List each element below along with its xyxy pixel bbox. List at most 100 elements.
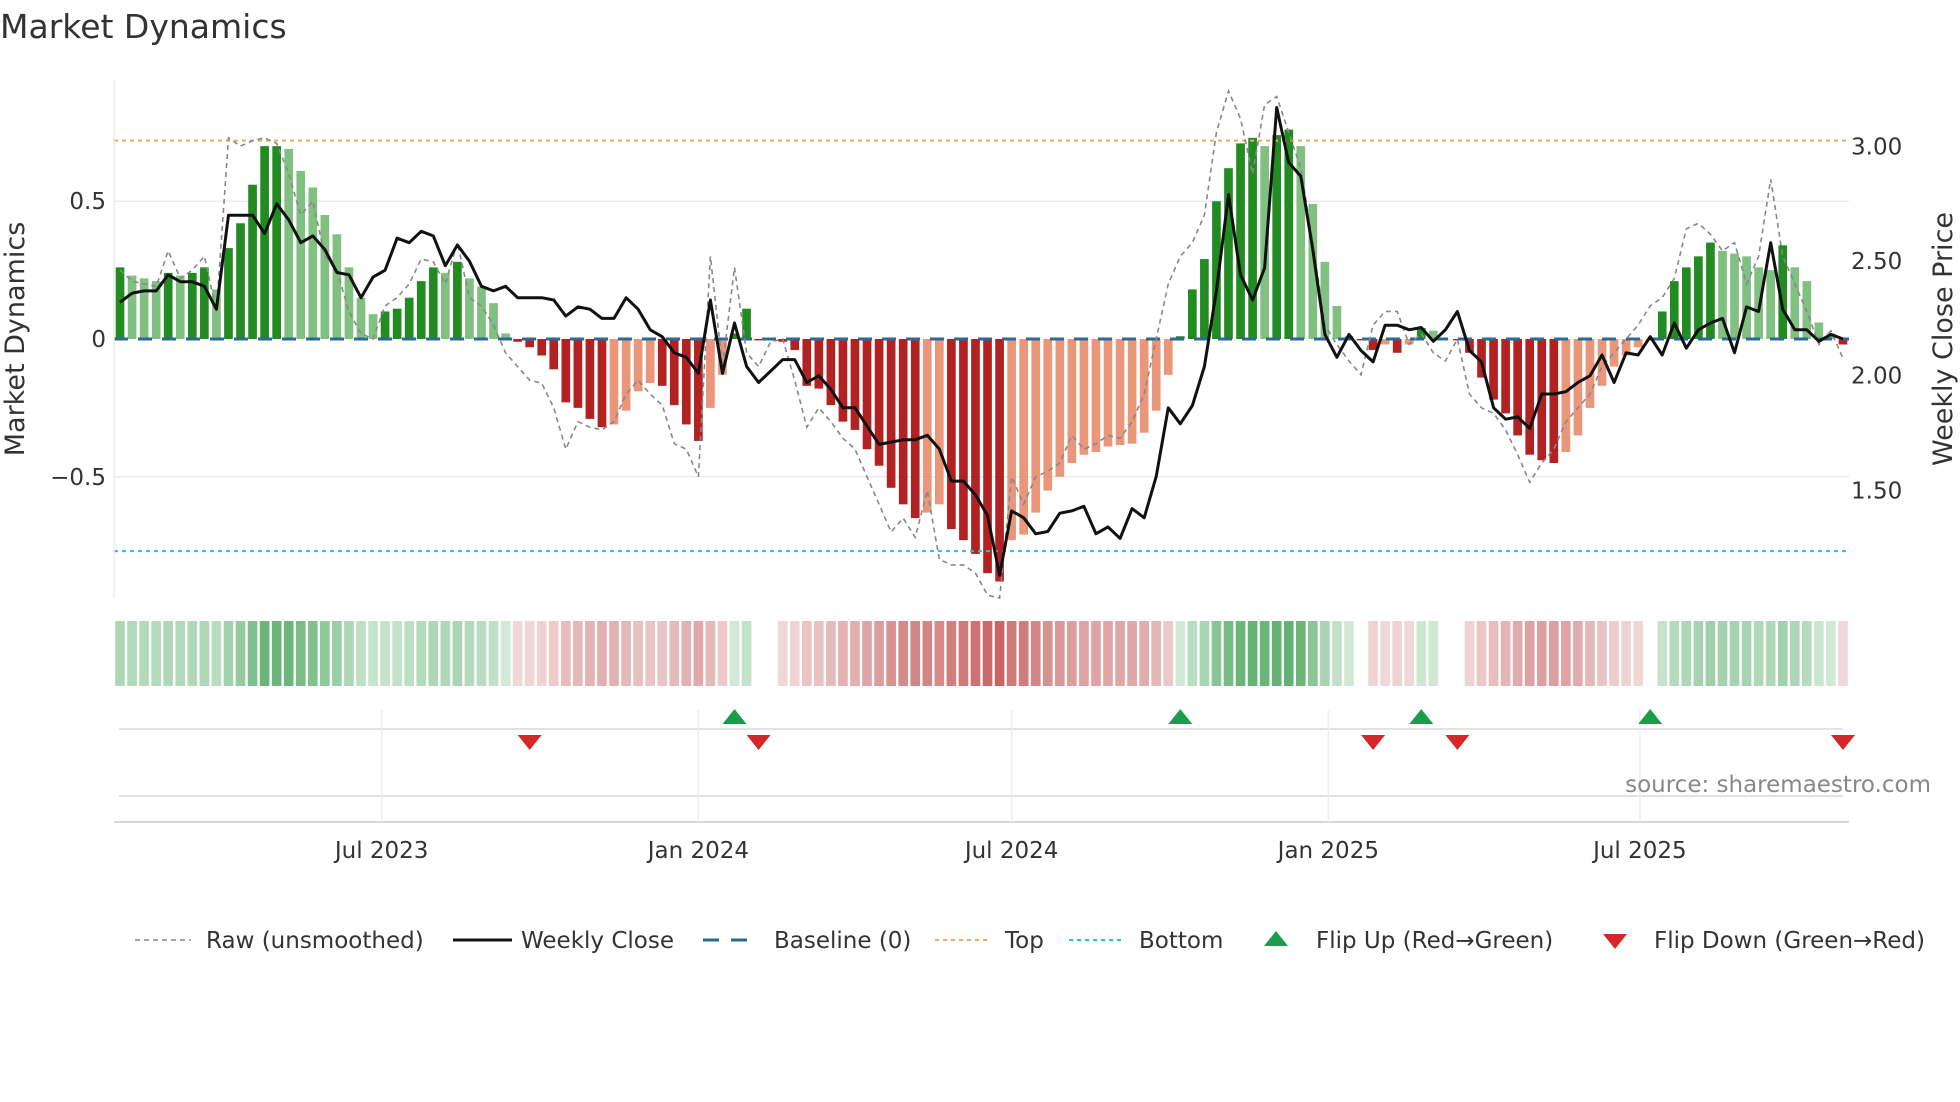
momentum-bar	[1332, 305, 1342, 339]
heat-cell	[332, 621, 342, 686]
momentum-bar	[1561, 339, 1571, 452]
heat-cell	[1693, 621, 1704, 686]
heat-cell	[307, 621, 318, 686]
momentum-bar	[922, 339, 932, 513]
legend: Raw (unsmoothed) Weekly Close Baseline (0)…	[135, 928, 1925, 954]
momentum-bar	[1127, 339, 1137, 444]
heat-cell	[1392, 621, 1402, 686]
heat-cell	[1115, 621, 1125, 686]
heat-cell	[1573, 621, 1583, 686]
flip-up-marker	[722, 709, 747, 724]
momentum-bar	[380, 311, 390, 339]
heat-cell	[127, 621, 137, 686]
momentum-bar	[513, 339, 522, 342]
heat-cell	[1621, 621, 1631, 686]
momentum-bar	[934, 339, 944, 505]
legend-label: Flip Down (Green→Red)	[1654, 928, 1925, 954]
heat-cell	[693, 621, 704, 686]
heat-cell	[585, 621, 595, 686]
heat-cell	[151, 621, 161, 686]
heat-cell	[934, 621, 945, 686]
momentum-bar	[428, 267, 438, 339]
heat-cell	[862, 621, 872, 686]
heat-cell	[271, 621, 282, 686]
legend-item-bottom: Bottom	[1069, 928, 1223, 954]
heat-cell	[1609, 621, 1619, 686]
momentum-bar	[657, 339, 667, 386]
momentum-bar	[1248, 137, 1257, 339]
heat-cell	[1079, 621, 1089, 686]
legend-label: Flip Up (Red→Green)	[1316, 928, 1553, 954]
heat-cell	[1741, 621, 1752, 686]
x-tick-label: Jan 2024	[646, 838, 749, 864]
momentum-bar	[995, 339, 1004, 582]
momentum-bar	[224, 248, 233, 339]
x-tick-label: Jan 2025	[1276, 838, 1379, 864]
y-tick-label: 0.5	[69, 189, 106, 215]
momentum-bar	[1200, 259, 1209, 339]
momentum-bar	[1236, 143, 1245, 339]
momentum-bar	[790, 339, 800, 351]
heat-cell	[874, 621, 884, 686]
momentum-bar	[573, 339, 583, 408]
heat-cell	[187, 621, 198, 686]
legend-item-flip-down: Flip Down (Green→Red)	[1603, 928, 1925, 954]
x-tick-label: Jul 2023	[333, 838, 429, 864]
heat-cell	[295, 621, 306, 686]
momentum-bar	[645, 339, 655, 384]
momentum-bar	[706, 339, 715, 408]
momentum-bar	[1682, 267, 1691, 339]
heat-cell	[199, 621, 210, 686]
heat-cell	[500, 621, 511, 686]
legend-item-raw: Raw (unsmoothed)	[135, 928, 424, 954]
heat-cell	[597, 621, 607, 686]
heat-cell	[561, 621, 571, 686]
heat-cell	[633, 621, 643, 686]
heat-cell	[1765, 621, 1776, 686]
momentum-bar	[1043, 339, 1053, 491]
heat-cell	[838, 621, 848, 686]
momentum-bar	[754, 339, 763, 341]
y2-tick-label: 2.00	[1851, 364, 1902, 390]
heat-cell	[1633, 621, 1643, 686]
flip-up-marker	[1638, 709, 1663, 724]
heat-cell	[392, 621, 402, 686]
heat-cell	[1259, 621, 1270, 686]
heat-cell	[380, 621, 390, 686]
heat-cell	[789, 621, 800, 686]
heat-cell	[994, 621, 1005, 686]
momentum-bar	[127, 275, 137, 339]
momentum-bar	[416, 281, 426, 339]
heat-cell	[1524, 621, 1535, 686]
momentum-bar	[1657, 311, 1667, 339]
series-lines	[119, 88, 1844, 599]
heat-cell	[175, 621, 186, 686]
heat-cell	[1464, 621, 1475, 686]
heat-cell	[922, 621, 933, 686]
heat-cell	[1488, 621, 1499, 686]
momentum-bar	[1139, 339, 1149, 433]
heat-cell	[982, 621, 993, 686]
heat-cell	[910, 621, 921, 686]
weekly-close-line	[119, 106, 1844, 577]
heat-cell	[1416, 621, 1427, 686]
heat-cell	[139, 621, 149, 686]
heat-cell	[1428, 621, 1439, 686]
y2-tick-label: 2.50	[1851, 249, 1902, 275]
heat-cell	[681, 621, 692, 686]
heat-cell	[1175, 621, 1186, 686]
heat-cell	[946, 621, 957, 686]
source-note: source: sharemaestro.com	[1625, 772, 1931, 798]
heat-cell	[1561, 621, 1571, 686]
momentum-bar	[115, 267, 125, 339]
flip-down-marker	[517, 735, 542, 750]
heat-cell	[1223, 621, 1234, 686]
heat-cell	[1151, 621, 1162, 686]
heat-cell	[259, 621, 270, 686]
legend-label: Baseline (0)	[774, 928, 911, 954]
heat-cell	[536, 621, 547, 686]
heat-cell	[1187, 621, 1198, 686]
heat-cell	[1404, 621, 1415, 686]
heat-cell	[247, 621, 258, 686]
flip-down-marker	[746, 735, 771, 750]
